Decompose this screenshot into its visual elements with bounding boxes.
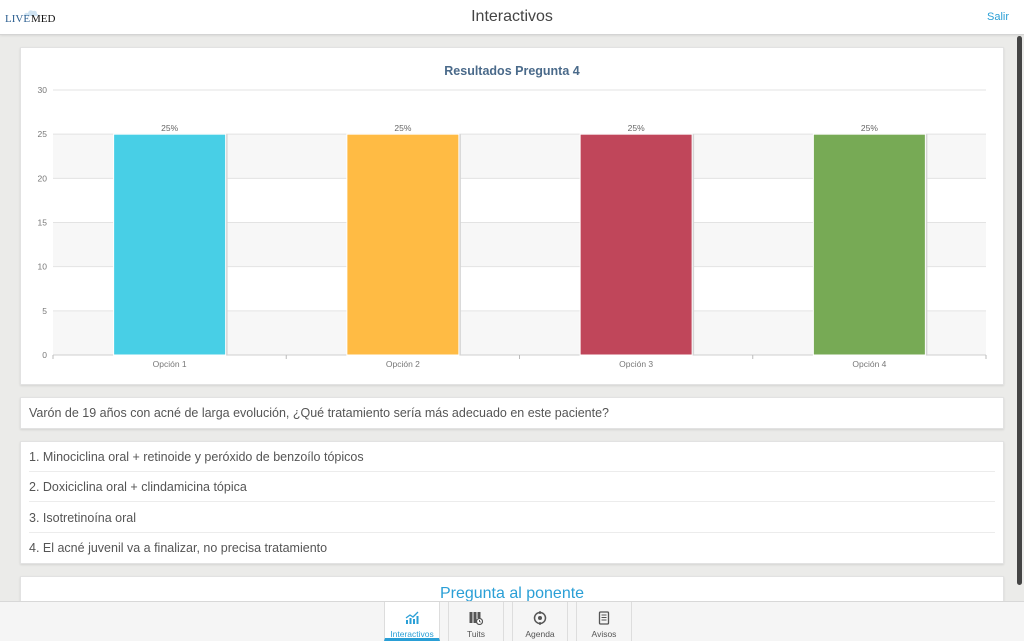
y-tick-label: 5 <box>42 306 47 316</box>
x-tick-label: Opción 2 <box>386 359 420 369</box>
bar <box>579 133 693 356</box>
page-title: Interactivos <box>471 8 553 25</box>
bottom-tab-bar: Interactivos Tuits Agenda Avisos <box>0 601 1024 641</box>
tweets-icon <box>469 612 483 625</box>
results-chart-card: 0 5 10 15 20 25 30 25% Opción 1 25% Opción 2 25% Opc… <box>20 47 1004 385</box>
chart-title: Resultados Pregunta 4 <box>444 64 579 78</box>
y-tick-label: 10 <box>38 262 48 272</box>
agenda-icon <box>533 611 547 625</box>
tab-label: Agenda <box>525 629 555 639</box>
tab-tuits[interactable]: Tuits <box>448 602 504 641</box>
answer-option-2[interactable]: 2. Doxiciclina oral + clindamicina tópic… <box>29 472 995 502</box>
y-tick-label: 20 <box>38 173 48 183</box>
question-card: Varón de 19 años con acné de larga evolu… <box>20 397 1004 429</box>
answer-option-3[interactable]: 3. Isotretinoína oral <box>29 503 995 533</box>
results-chart: 0 5 10 15 20 25 30 25% Opción 1 25% Opción 2 25% Opc… <box>38 64 987 369</box>
bar-data-label: 25% <box>628 123 645 133</box>
y-tick-label: 25 <box>38 129 48 139</box>
options-card: 1. Minociclina oral + retinoide y peróxi… <box>20 441 1004 564</box>
x-tick-label: Opción 3 <box>619 359 653 369</box>
bar <box>346 133 460 356</box>
bar <box>812 133 926 356</box>
y-tick-label: 0 <box>42 350 47 360</box>
logout-button[interactable]: Salir <box>987 11 1009 23</box>
x-tick-label: Opción 4 <box>852 359 886 369</box>
bar <box>113 133 227 356</box>
bar-data-label: 25% <box>161 123 178 133</box>
y-tick-label: 15 <box>38 218 48 228</box>
tab-agenda[interactable]: Agenda <box>512 602 568 641</box>
bar-data-label: 25% <box>394 123 411 133</box>
bar-data-label: 25% <box>861 123 878 133</box>
grid-band <box>53 90 986 135</box>
y-tick-label: 30 <box>38 85 48 95</box>
answer-option-1[interactable]: 1. Minociclina oral + retinoide y peróxi… <box>29 442 995 472</box>
answer-option-4[interactable]: 4. El acné juvenil va a finalizar, no pr… <box>29 533 995 563</box>
question-text: Varón de 19 años con acné de larga evolu… <box>29 406 610 420</box>
tab-interactivos[interactable]: Interactivos <box>384 602 440 641</box>
scrollbar[interactable] <box>1017 36 1022 585</box>
x-tick-label: Opción 1 <box>153 359 187 369</box>
top-bar: LIVE MED Interactivos Salir <box>0 0 1024 35</box>
tab-label: Tuits <box>466 629 486 639</box>
chart-icon <box>405 611 419 624</box>
tab-label: Interactivos <box>390 629 434 639</box>
tab-label: Avisos <box>591 629 617 639</box>
tab-avisos[interactable]: Avisos <box>576 602 632 641</box>
notices-icon <box>598 611 610 625</box>
